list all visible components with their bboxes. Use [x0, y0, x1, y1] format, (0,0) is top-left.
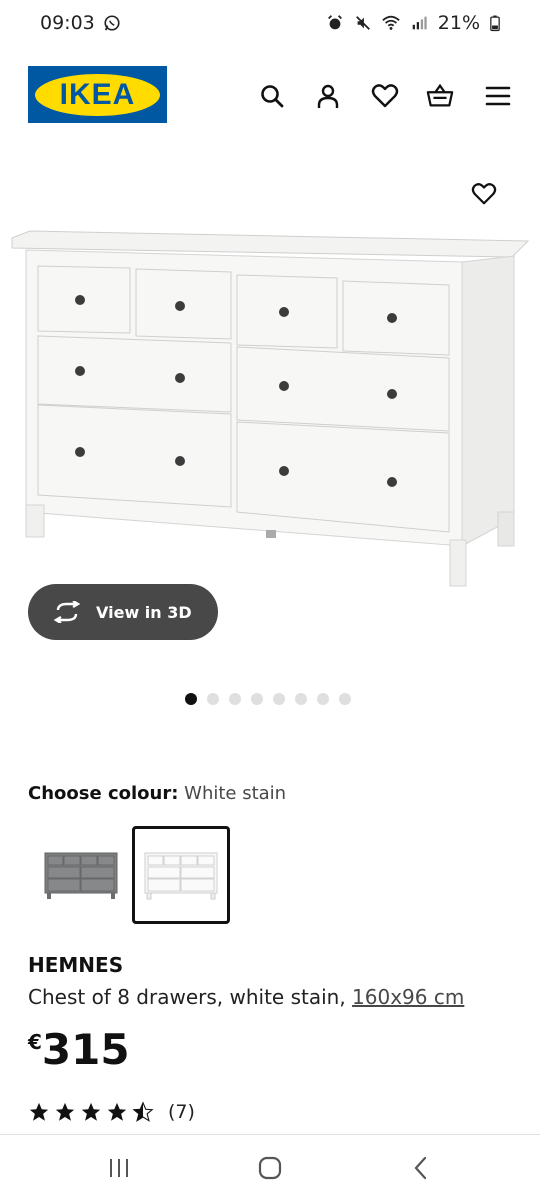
selected-colour-value: White stain — [184, 783, 287, 804]
carousel-dot[interactable] — [295, 693, 307, 705]
home-button[interactable] — [255, 1153, 285, 1183]
logo-wordmark: IKEA — [35, 73, 160, 116]
half-star-icon — [132, 1101, 154, 1122]
status-left: 09:03 — [40, 12, 121, 34]
view-in-3d-label: View in 3D — [96, 602, 192, 622]
system-navigation-bar — [0, 1134, 540, 1200]
product-rating[interactable]: (7) — [28, 1101, 195, 1123]
status-bar: 09:03 21% — [0, 0, 540, 46]
status-right: 21% — [326, 12, 500, 34]
choose-colour-label: Choose colour: — [28, 783, 179, 804]
product-description: Chest of 8 drawers, white stain, 160x96 … — [28, 985, 464, 1009]
carousel-dot[interactable] — [207, 693, 219, 705]
drawer-front — [37, 265, 450, 533]
view-in-3d-button[interactable]: View in 3D — [28, 584, 218, 640]
colour-option-white-stain[interactable] — [132, 826, 230, 924]
back-button[interactable] — [406, 1153, 436, 1183]
back-icon — [414, 1156, 427, 1180]
carousel-dot[interactable] — [339, 693, 351, 705]
save-to-favourites-button[interactable] — [468, 178, 500, 210]
battery-icon — [490, 15, 500, 32]
status-time: 09:03 — [40, 12, 95, 34]
site-header: IKEA — [0, 62, 540, 126]
carousel-dot[interactable] — [251, 693, 263, 705]
rotate-3d-icon — [53, 601, 81, 623]
star-icon — [107, 1102, 127, 1121]
signal-icon — [412, 16, 427, 30]
grey-chest-thumbnail — [44, 852, 118, 899]
price-amount: 315 — [41, 1025, 130, 1074]
battery-percent: 21% — [437, 12, 480, 34]
search-icon[interactable] — [258, 82, 286, 110]
carousel-dot[interactable] — [273, 693, 285, 705]
image-carousel-dots — [185, 693, 351, 705]
product-dimensions-link[interactable]: 160x96 cm — [352, 985, 464, 1009]
recent-apps-button[interactable] — [104, 1153, 134, 1183]
product-description-text: Chest of 8 drawers, white stain, — [28, 985, 346, 1009]
recent-apps-icon — [110, 1159, 128, 1177]
heart-icon[interactable] — [371, 82, 399, 110]
home-icon — [258, 1156, 282, 1180]
carousel-dot[interactable] — [229, 693, 241, 705]
heart-icon — [471, 183, 497, 205]
white-chest-thumbnail — [144, 852, 218, 900]
colour-chooser-label: Choose colour: White stain — [28, 783, 286, 804]
rating-count: (7) — [168, 1101, 195, 1123]
colour-option-grey[interactable] — [32, 826, 130, 924]
price-currency: € — [28, 1030, 42, 1054]
basket-icon[interactable] — [426, 82, 454, 110]
product-price: € 315 — [28, 1026, 130, 1074]
wifi-icon — [382, 15, 400, 30]
whatsapp-icon — [104, 15, 120, 31]
alarm-icon — [327, 15, 342, 30]
account-icon[interactable] — [314, 82, 342, 110]
carousel-dot[interactable] — [185, 693, 197, 705]
ikea-logo[interactable]: IKEA — [28, 66, 167, 123]
menu-icon[interactable] — [484, 82, 512, 110]
carousel-dot[interactable] — [317, 693, 329, 705]
mute-icon — [355, 16, 370, 30]
star-icon — [55, 1102, 75, 1121]
star-icon — [29, 1102, 49, 1121]
product-name: HEMNES — [28, 953, 124, 977]
star-icon — [81, 1102, 101, 1121]
